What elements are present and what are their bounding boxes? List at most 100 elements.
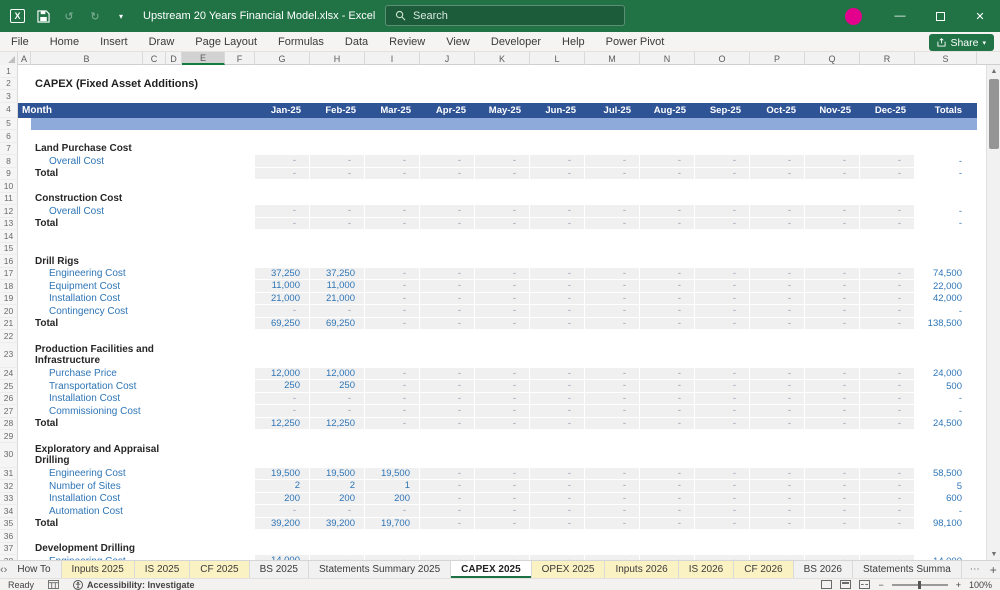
cell[interactable]: -: [640, 380, 695, 393]
cell[interactable]: -: [585, 367, 640, 380]
new-sheet-button[interactable]: +: [990, 563, 997, 577]
sheet-tab-is-2025[interactable]: IS 2025: [134, 561, 191, 578]
zoom-slider-thumb[interactable]: [917, 580, 921, 589]
cell[interactable]: -: [475, 267, 530, 280]
cell[interactable]: -: [310, 305, 365, 318]
row-header-3[interactable]: 3: [0, 90, 18, 103]
row-header-37[interactable]: 37: [0, 542, 18, 555]
ribbon-tab-file[interactable]: File: [11, 36, 29, 48]
cell[interactable]: -: [640, 392, 695, 405]
cell[interactable]: -: [475, 392, 530, 405]
month-header-cell[interactable]: Feb-25: [310, 102, 365, 118]
cell[interactable]: -: [640, 280, 695, 293]
sheet-tab-statements-summary-2025[interactable]: Statements Summary 2025: [309, 561, 452, 578]
cell[interactable]: -: [310, 167, 365, 180]
cell[interactable]: [18, 268, 31, 281]
cell[interactable]: -: [640, 417, 695, 430]
total-cell[interactable]: 74,500: [915, 268, 977, 281]
column-header-g[interactable]: G: [255, 52, 310, 65]
total-cell[interactable]: 24,500: [915, 418, 977, 431]
cell[interactable]: -: [805, 517, 860, 530]
cell[interactable]: [18, 155, 31, 168]
cell[interactable]: [18, 543, 31, 556]
cell[interactable]: -: [640, 155, 695, 168]
total-cell[interactable]: 5: [915, 480, 977, 493]
cell[interactable]: -: [365, 280, 420, 293]
cell[interactable]: -: [420, 217, 475, 230]
cell[interactable]: -: [585, 517, 640, 530]
cell[interactable]: -: [530, 405, 585, 418]
cell[interactable]: [18, 118, 31, 131]
row-header-27[interactable]: 27: [0, 405, 18, 418]
cell[interactable]: -: [255, 392, 310, 405]
cell[interactable]: 19,500: [365, 467, 420, 480]
month-header-cell[interactable]: Sep-25: [695, 102, 750, 118]
cell[interactable]: -: [805, 267, 860, 280]
row-header-22[interactable]: 22: [0, 330, 18, 343]
cell[interactable]: -: [420, 367, 475, 380]
column-header-i[interactable]: I: [365, 52, 420, 65]
row-header-33[interactable]: 33: [0, 492, 18, 505]
cell[interactable]: -: [750, 217, 805, 230]
cell[interactable]: -: [420, 417, 475, 430]
cell[interactable]: -: [695, 305, 750, 318]
sheet-tab-inputs-2025[interactable]: Inputs 2025: [61, 561, 135, 578]
total-cell[interactable]: 58,500: [915, 468, 977, 481]
total-cell[interactable]: -: [915, 218, 977, 231]
cell[interactable]: -: [475, 155, 530, 168]
column-header-s[interactable]: S: [915, 52, 977, 65]
cell[interactable]: -: [640, 167, 695, 180]
cell[interactable]: -: [805, 467, 860, 480]
total-cell[interactable]: 42,000: [915, 293, 977, 306]
cell[interactable]: -: [365, 367, 420, 380]
total-cell[interactable]: -: [915, 393, 977, 406]
column-header-q[interactable]: Q: [805, 52, 860, 65]
totals-header-cell[interactable]: Totals: [915, 102, 977, 118]
month-header-cell[interactable]: Nov-25: [805, 102, 860, 118]
sheet-tab-cf-2025[interactable]: CF 2025: [190, 561, 250, 578]
row-header-26[interactable]: 26: [0, 392, 18, 405]
month-header-cell[interactable]: Jun-25: [530, 102, 585, 118]
sheet-tab-statements-summa[interactable]: Statements Summa: [853, 561, 962, 578]
cell[interactable]: -: [585, 305, 640, 318]
cell[interactable]: [18, 293, 31, 306]
total-cell[interactable]: 500: [915, 380, 977, 393]
cell[interactable]: 37,250: [310, 267, 365, 280]
row-label[interactable]: Equipment Cost: [31, 280, 255, 293]
cell[interactable]: -: [310, 405, 365, 418]
cell[interactable]: 19,500: [255, 467, 310, 480]
ribbon-tab-home[interactable]: Home: [50, 36, 79, 48]
cell[interactable]: -: [695, 155, 750, 168]
vertical-scrollbar[interactable]: ▲ ▼: [986, 65, 1000, 560]
column-header-l[interactable]: L: [530, 52, 585, 65]
cell[interactable]: -: [585, 392, 640, 405]
cell[interactable]: -: [805, 292, 860, 305]
row-header-13[interactable]: 13: [0, 217, 18, 230]
cell[interactable]: -: [585, 480, 640, 493]
cell[interactable]: -: [860, 305, 915, 318]
cell[interactable]: -: [695, 392, 750, 405]
cell[interactable]: -: [475, 367, 530, 380]
cell[interactable]: -: [530, 217, 585, 230]
cell[interactable]: -: [860, 380, 915, 393]
zoom-slider[interactable]: [891, 580, 948, 589]
cell[interactable]: 12,000: [255, 367, 310, 380]
cell[interactable]: [18, 255, 31, 268]
cell[interactable]: -: [860, 392, 915, 405]
cell[interactable]: -: [475, 417, 530, 430]
cell[interactable]: -: [805, 155, 860, 168]
month-header-cell[interactable]: Apr-25: [420, 102, 475, 118]
row-label[interactable]: Installation Cost: [31, 293, 255, 306]
cell[interactable]: -: [475, 280, 530, 293]
cell[interactable]: -: [255, 405, 310, 418]
row-label[interactable]: Engineering Cost: [31, 468, 255, 481]
cell[interactable]: -: [695, 267, 750, 280]
column-header-r[interactable]: R: [860, 52, 915, 65]
sheet-tab-bs-2026[interactable]: BS 2026: [794, 561, 853, 578]
cell[interactable]: -: [420, 492, 475, 505]
cell[interactable]: -: [585, 492, 640, 505]
ribbon-tab-data[interactable]: Data: [345, 36, 368, 48]
cell[interactable]: -: [640, 267, 695, 280]
cell[interactable]: -: [695, 367, 750, 380]
row-header-11[interactable]: 11: [0, 192, 18, 205]
